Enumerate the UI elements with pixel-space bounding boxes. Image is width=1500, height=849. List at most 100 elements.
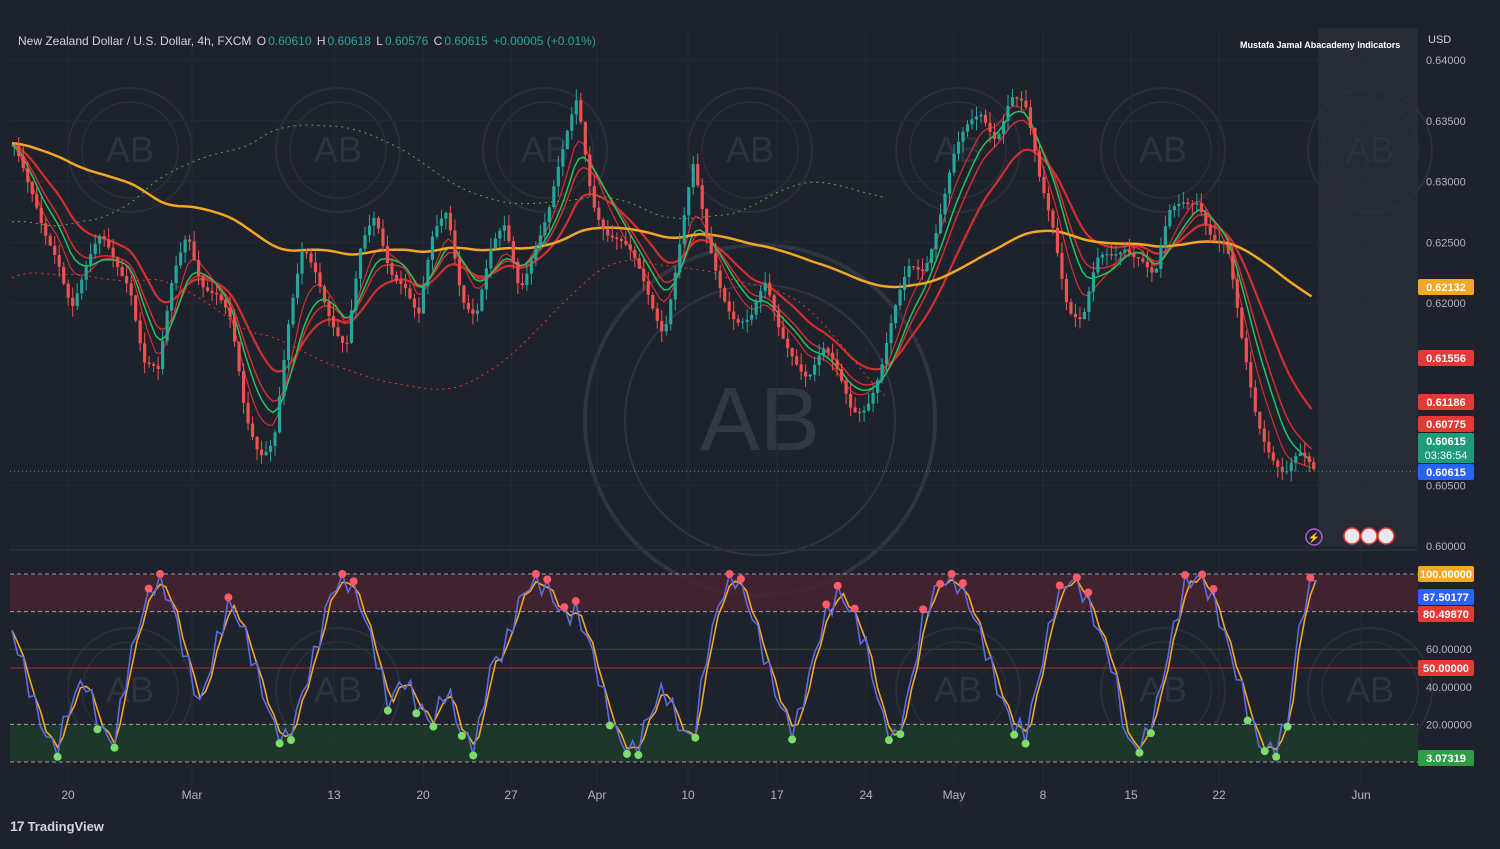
candle-body <box>552 186 556 208</box>
candle-body <box>44 223 48 236</box>
candle-body <box>1312 462 1316 470</box>
candle-body <box>696 164 700 186</box>
candle-body <box>98 236 102 244</box>
candle-body <box>867 403 871 411</box>
candle-body <box>952 153 956 173</box>
candle-body <box>255 437 259 450</box>
candle-body <box>309 253 313 263</box>
candle-body <box>1123 249 1127 253</box>
candle-body <box>12 145 16 147</box>
candle-body <box>1082 311 1087 320</box>
candle-body <box>408 288 412 299</box>
candle-body <box>853 407 857 413</box>
candle-body <box>556 166 560 187</box>
candle-body <box>660 320 664 332</box>
candle-body <box>1033 127 1037 152</box>
candle-body <box>781 327 785 339</box>
candle-body <box>826 348 830 353</box>
candle-body <box>381 228 385 246</box>
candle-body <box>489 248 493 269</box>
candle-body <box>835 359 839 370</box>
candle-body <box>709 235 713 254</box>
chart-canvas[interactable]: AB AB AB AB AB AB ABAB AB AB AB ABAB 0.640000.6350… <box>0 0 1500 844</box>
candle-body <box>327 302 331 317</box>
overbought-marker <box>919 605 928 614</box>
candle-body <box>385 245 390 264</box>
candle-body <box>1289 462 1293 472</box>
candle-body <box>1015 97 1019 99</box>
candle-body <box>655 308 659 321</box>
candle-body <box>426 259 430 286</box>
candle-body <box>574 100 578 115</box>
candle-body <box>646 281 650 295</box>
low-value: 0.60576 <box>384 34 429 48</box>
candle-body <box>480 289 484 311</box>
candle-body <box>754 301 758 315</box>
candle-body <box>516 261 520 284</box>
oversold-marker <box>1272 752 1281 761</box>
us-flag-icon[interactable] <box>1377 527 1395 545</box>
overbought-marker <box>1306 573 1315 582</box>
candle-body <box>390 263 394 275</box>
candle-body <box>80 279 84 294</box>
candle-body <box>457 258 461 286</box>
candle-body <box>502 225 506 231</box>
candle-body <box>907 266 911 277</box>
candle-body <box>1226 244 1230 254</box>
candle-body <box>529 259 533 274</box>
overbought-marker <box>725 570 734 578</box>
watermark-text: AB <box>700 370 820 470</box>
candle-body <box>858 412 862 414</box>
candle-body <box>237 341 241 372</box>
candle-body <box>430 236 435 260</box>
candle-body <box>750 314 754 320</box>
candle-body <box>606 229 610 236</box>
candle-body <box>1204 212 1208 225</box>
candle-body <box>862 410 866 413</box>
candle-body <box>745 319 749 322</box>
candle-body <box>367 225 372 236</box>
overbought-marker <box>1072 573 1081 582</box>
stoch-tick-label: 40.00000 <box>1426 682 1472 694</box>
candle-body <box>1105 254 1109 256</box>
event-icons[interactable]: ⚡ <box>1305 527 1395 546</box>
change-value: +0.00005 (+0.01%) <box>493 34 596 48</box>
candle-body <box>174 265 178 284</box>
stoch-badge: 87.50177 <box>1423 592 1469 604</box>
high-value: 0.60618 <box>327 34 371 48</box>
candle-body <box>1208 224 1212 235</box>
candle-body <box>1262 428 1266 442</box>
overbought-marker <box>822 600 831 609</box>
tradingview-brand[interactable]: 17 TradingView <box>10 818 104 834</box>
us-flag-icon[interactable] <box>1360 527 1378 545</box>
overbought-marker <box>936 579 945 588</box>
candle-body <box>475 310 479 314</box>
overbought-marker <box>349 577 358 586</box>
candle-body <box>484 268 488 290</box>
candle-body <box>1222 241 1226 245</box>
candle-body <box>1244 337 1248 363</box>
candle-body <box>57 254 61 267</box>
overbought-marker <box>736 574 745 583</box>
candle-body <box>583 122 587 155</box>
time-tick-label: Mar <box>182 788 203 802</box>
us-flag-icon[interactable] <box>1343 527 1361 545</box>
candle-body <box>336 327 340 337</box>
oversold-marker <box>691 733 700 742</box>
candle-body <box>1235 279 1239 308</box>
price-badge: 0.60775 <box>1426 419 1466 431</box>
candle-body <box>102 236 106 240</box>
candle-body <box>313 262 318 273</box>
candle-body <box>66 283 70 298</box>
candle-body <box>53 245 57 255</box>
candle-body <box>1028 107 1033 128</box>
candle-body <box>439 218 443 226</box>
candle-body <box>462 285 466 303</box>
candle-body <box>165 310 169 341</box>
candle-body <box>520 283 524 286</box>
oversold-marker <box>1135 748 1144 757</box>
candle-body <box>889 323 893 344</box>
symbol-legend[interactable]: New Zealand Dollar / U.S. Dollar, 4h, FX… <box>18 34 598 48</box>
candle-body <box>363 235 367 249</box>
candle-body <box>808 374 812 377</box>
